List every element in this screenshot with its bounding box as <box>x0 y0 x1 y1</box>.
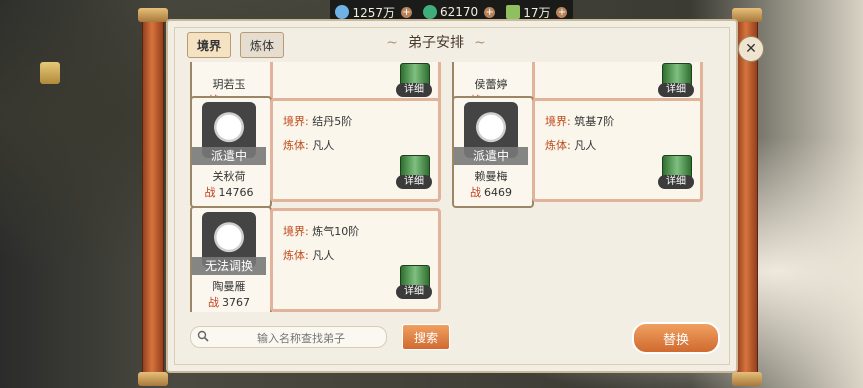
detail-button[interactable]: 详细 <box>396 155 432 193</box>
close-icon: ✕ <box>745 41 757 57</box>
scroll-book-icon[interactable] <box>40 62 60 84</box>
body-row: 炼体: 凡人 <box>283 249 335 262</box>
status-badge: 派遣中 <box>192 147 266 165</box>
disciple-name: 关秋荷 <box>212 170 246 183</box>
disciple-info: 境界: 结丹5阶 炼体: 凡人 详细 <box>270 98 441 202</box>
dialog-title: 弟子安排 <box>356 32 516 52</box>
add-water-button[interactable]: + <box>401 6 413 18</box>
disciple-name: 侯蕾婷 <box>474 78 508 91</box>
body-row: 炼体: 凡人 <box>545 139 597 152</box>
body-row: 炼体: 凡人 <box>283 139 335 152</box>
resource-herb: 17万 + <box>506 4 568 21</box>
disciple-portrait: 派遣中 赖曼梅 战 6469 <box>452 96 534 208</box>
resource-herb-value: 17万 <box>523 5 551 20</box>
add-spirit-button[interactable]: + <box>484 6 496 18</box>
replace-button[interactable]: 替换 <box>632 322 720 354</box>
disciple-portrait: 派遣中 关秋荷 战 14766 <box>190 96 272 208</box>
disciple-power: 战 6469 <box>470 186 512 199</box>
resource-spirit-value: 62170 <box>440 5 479 19</box>
realm-row: 境界: 筑基7阶 <box>545 115 615 128</box>
status-badge: 无法调换 <box>192 257 266 275</box>
disciple-info: 境界: 炼气10阶 炼体: 凡人 详细 <box>270 208 441 312</box>
disciple-list[interactable]: 玥若玉 战5132 详细 侯蕾婷 战4692 详细 派遣中 关秋荷 战1476 <box>190 62 720 312</box>
add-herb-button[interactable]: + <box>556 6 568 18</box>
detail-button[interactable]: 详细 <box>396 265 432 303</box>
status-badge: 派遣中 <box>454 147 528 165</box>
disciple-name: 陶曼雁 <box>212 280 246 293</box>
disciple-info: 境界: 筑基7阶 炼体: 凡人 详细 <box>532 98 703 202</box>
water-drop-icon <box>335 5 350 19</box>
disciple-name: 玥若玉 <box>212 78 246 91</box>
close-button[interactable]: ✕ <box>738 36 764 62</box>
disciple-name: 赖曼梅 <box>474 170 508 183</box>
detail-button[interactable]: 详细 <box>396 63 432 101</box>
scroll-rod-right <box>732 8 762 386</box>
tab-realm[interactable]: 境界 <box>187 32 231 58</box>
resource-spirit: 62170 + <box>423 5 496 19</box>
search-box[interactable] <box>190 326 387 348</box>
detail-button[interactable]: 详细 <box>658 63 694 101</box>
search-icon <box>197 330 209 342</box>
resource-water-value: 1257万 <box>352 5 396 20</box>
disciple-portrait: 无法调换 陶曼雁 战 3767 <box>190 206 272 312</box>
search-button[interactable]: 搜索 <box>402 324 450 350</box>
herb-icon <box>506 5 521 19</box>
spirit-orb-icon <box>423 5 438 19</box>
disciple-power: 战 3767 <box>208 296 250 309</box>
detail-button[interactable]: 详细 <box>658 155 694 193</box>
realm-row: 境界: 炼气10阶 <box>283 225 360 238</box>
search-input[interactable] <box>219 329 383 347</box>
scroll-rod-left <box>138 8 168 386</box>
tab-body[interactable]: 炼体 <box>240 32 284 58</box>
disciple-power: 战 14766 <box>204 186 254 199</box>
resource-water: 1257万 + <box>335 4 413 21</box>
realm-row: 境界: 结丹5阶 <box>283 115 353 128</box>
